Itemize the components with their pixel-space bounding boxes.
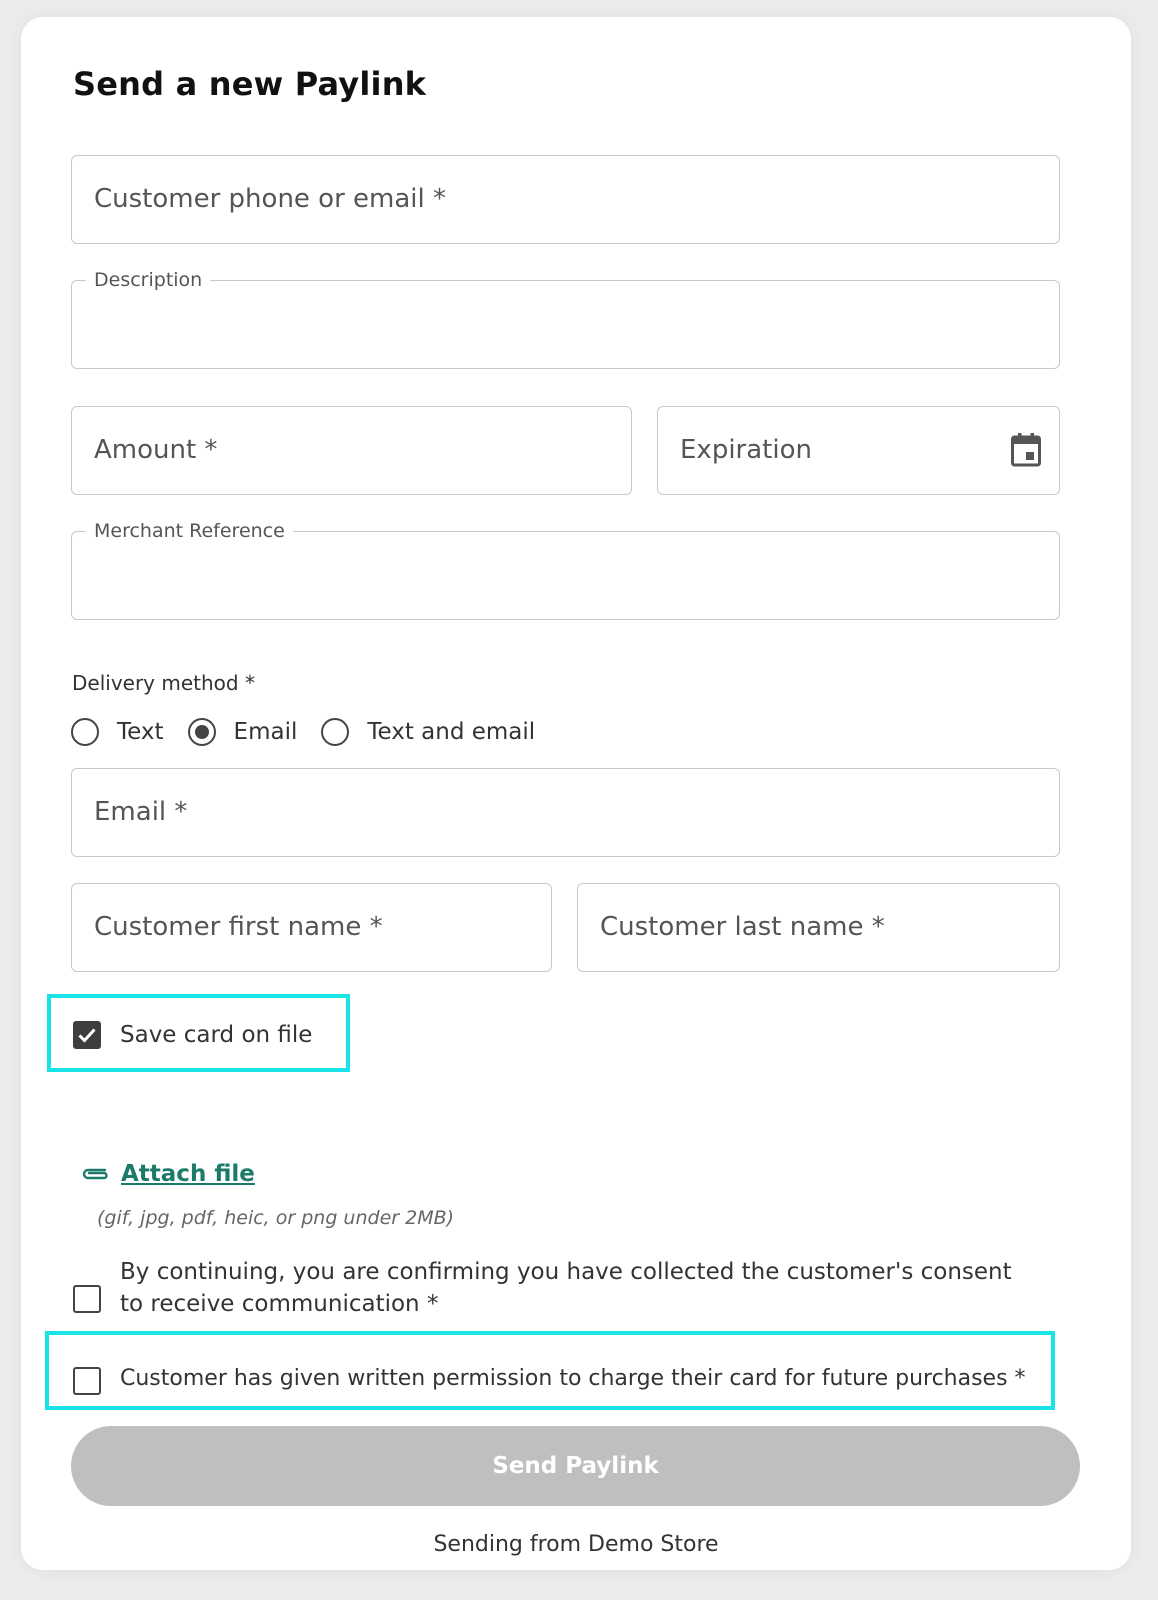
attach-file-link[interactable]: Attach file: [79, 1161, 255, 1187]
paperclip-icon: [82, 1168, 108, 1180]
send-paylink-button[interactable]: Send Paylink: [71, 1426, 1080, 1506]
amount-input[interactable]: Amount *: [71, 406, 632, 495]
check-icon: [78, 1028, 96, 1043]
save-card-label: Save card on file: [120, 1022, 313, 1048]
calendar-icon[interactable]: [1011, 433, 1041, 467]
merchant-reference-input[interactable]: Merchant Reference: [71, 519, 1060, 620]
page-title: Send a new Paylink: [73, 65, 427, 103]
radio-text[interactable]: [71, 718, 99, 746]
customer-contact-placeholder: Customer phone or email *: [94, 184, 447, 214]
delivery-method-label: Delivery method *: [72, 671, 255, 695]
paylink-card: Send a new Paylink Customer phone or ema…: [21, 17, 1131, 1570]
attach-file-hint: (gif, jpg, pdf, heic, or png under 2MB): [97, 1207, 455, 1229]
permission-checkbox[interactable]: [73, 1367, 101, 1395]
delivery-option-text-and-email-label: Text and email: [367, 719, 536, 745]
first-name-input[interactable]: Customer first name *: [71, 883, 552, 972]
attach-file-label[interactable]: Attach file: [121, 1161, 255, 1187]
delivery-option-text-label: Text: [117, 719, 164, 745]
description-label: Description: [86, 268, 211, 292]
expiration-placeholder: Expiration: [680, 435, 812, 465]
customer-contact-input[interactable]: Customer phone or email *: [71, 155, 1060, 244]
delivery-option-email-label: Email: [233, 719, 298, 745]
radio-text-and-email[interactable]: [321, 718, 350, 746]
description-input[interactable]: Description: [71, 268, 1060, 369]
consent-label: By continuing, you are confirming you ha…: [120, 1259, 1012, 1317]
radio-selected-dot: [194, 725, 209, 739]
sending-from-text: Sending from Demo Store: [433, 1532, 719, 1557]
amount-placeholder: Amount *: [94, 435, 218, 465]
last-name-placeholder: Customer last name *: [600, 912, 885, 942]
delivery-option-text-and-email[interactable]: Text and email: [321, 718, 535, 746]
delivery-method-group: Text Email Text and email: [71, 712, 559, 752]
merchant-reference-label: Merchant Reference: [86, 519, 293, 543]
save-card-checkbox[interactable]: [73, 1021, 101, 1049]
delivery-option-email[interactable]: Email: [187, 718, 298, 746]
delivery-option-text[interactable]: Text: [71, 718, 164, 746]
expiration-input[interactable]: Expiration: [657, 406, 1060, 495]
email-placeholder: Email *: [94, 797, 188, 827]
radio-email[interactable]: [187, 718, 216, 746]
first-name-placeholder: Customer first name *: [94, 912, 383, 942]
consent-checkbox[interactable]: [73, 1285, 101, 1313]
email-input[interactable]: Email *: [71, 768, 1060, 857]
permission-label: Customer has given written permission to…: [120, 1366, 1026, 1391]
last-name-input[interactable]: Customer last name *: [577, 883, 1060, 972]
